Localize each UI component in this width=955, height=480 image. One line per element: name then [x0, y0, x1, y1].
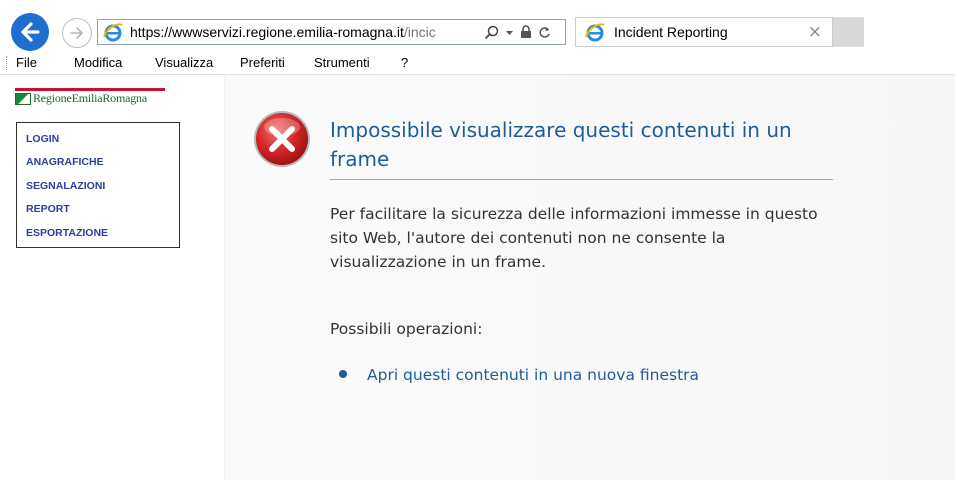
tab-incident-reporting[interactable]: Incident Reporting ×: [575, 17, 833, 47]
bullet-icon: [339, 370, 347, 378]
error-divider: [330, 179, 833, 180]
url-host: servizi.regione.emilia-romagna.it: [202, 24, 404, 40]
error-description: Per facilitare la sicurezza delle inform…: [330, 205, 818, 271]
menu-file[interactable]: File: [16, 55, 37, 70]
search-icon[interactable]: [484, 25, 499, 40]
refresh-icon[interactable]: [538, 26, 551, 39]
dropdown-icon[interactable]: [505, 28, 514, 37]
back-button[interactable]: [11, 13, 49, 51]
logo-text: RegioneEmiliaRomagna: [33, 91, 147, 105]
sidebar-item-report[interactable]: REPORT: [26, 203, 70, 215]
menu-strumenti[interactable]: Strumenti: [314, 55, 370, 70]
sidebar-item-esportazione[interactable]: ESPORTAZIONE: [26, 227, 108, 239]
regione-logo: RegioneEmiliaRomagna: [15, 91, 147, 106]
sidebar-nav: LOGIN ANAGRAFICHE SEGNALAZIONI REPORT ES…: [16, 122, 180, 248]
menu-help[interactable]: ?: [401, 55, 408, 70]
open-new-window-link[interactable]: Apri questi contenuti in una nuova fines…: [367, 366, 699, 384]
menu-bar: File Modifica Visualizza Preferiti Strum…: [0, 52, 955, 75]
error-title: Impossibile visualizzare questi contenut…: [330, 118, 792, 171]
menu-visualizza[interactable]: Visualizza: [155, 55, 213, 70]
error-icon: [254, 111, 310, 167]
url-text[interactable]: https://wwwservizi.regione.emilia-romagn…: [130, 24, 480, 40]
close-icon[interactable]: ×: [808, 22, 822, 42]
tab-title: Incident Reporting: [614, 24, 728, 40]
browser-chrome: https://wwwservizi.regione.emilia-romagn…: [0, 0, 955, 52]
forward-button[interactable]: [62, 18, 92, 48]
url-prefix: https://www: [130, 24, 203, 40]
menu-preferiti[interactable]: Preferiti: [240, 55, 285, 70]
ie-logo-icon: [103, 23, 123, 42]
forward-arrow-icon: [70, 27, 83, 39]
operations-label: Possibili operazioni:: [330, 320, 483, 338]
menu-grip: [6, 56, 8, 70]
logo-flag-icon: [15, 93, 31, 106]
sidebar-item-anagrafiche[interactable]: ANAGRAFICHE: [26, 156, 104, 168]
address-bar[interactable]: https://wwwservizi.regione.emilia-romagn…: [97, 19, 566, 45]
lock-icon[interactable]: [520, 25, 532, 39]
sidebar-item-login[interactable]: LOGIN: [26, 133, 59, 145]
new-tab-button[interactable]: [833, 17, 864, 47]
menu-modifica[interactable]: Modifica: [74, 55, 122, 70]
back-arrow-icon: [21, 22, 40, 42]
sidebar-item-segnalazioni[interactable]: SEGNALAZIONI: [26, 180, 105, 192]
url-path: /incic: [403, 24, 436, 40]
ie-logo-icon: [585, 23, 605, 42]
